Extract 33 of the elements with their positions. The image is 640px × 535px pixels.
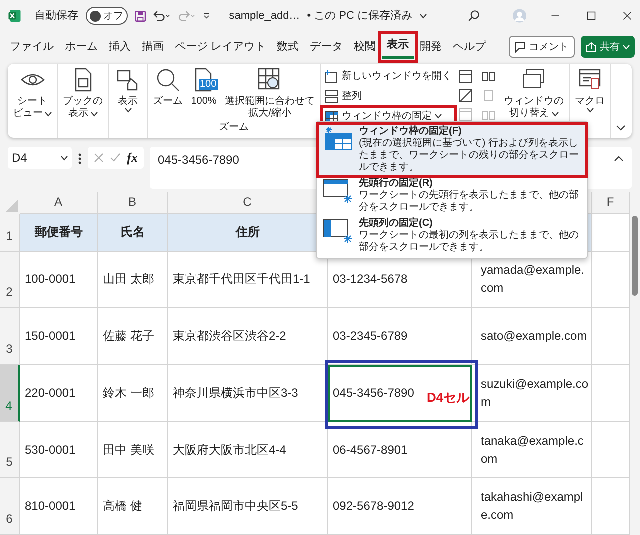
table-cell: 810-0001 bbox=[20, 478, 98, 535]
table-cell: takahashi@example.com bbox=[472, 478, 592, 535]
table-cell: 06-4567-8901 bbox=[328, 422, 472, 478]
table-cell: 高橋 健 bbox=[98, 478, 168, 535]
table-cell: sato@example.com bbox=[472, 308, 592, 365]
table-cell: 鈴木 一郎 bbox=[98, 365, 168, 422]
table-cell: 田中 美咲 bbox=[98, 422, 168, 478]
menu-item-title: 先頭行の固定(R) bbox=[359, 178, 434, 190]
table-cell: 山田 太郎 bbox=[98, 252, 168, 308]
menu-item-title: ウィンドウ枠の固定(F) bbox=[359, 126, 463, 138]
table-cell: 03-2345-6789 bbox=[328, 308, 472, 365]
table-cell: tanaka@example.com bbox=[472, 422, 592, 478]
table-cell: 佐藤 花子 bbox=[98, 308, 168, 365]
menu-item-title: 先頭列の固定(C) bbox=[359, 218, 434, 230]
menu-item-description: ワークシートの先頭行を表示したままで、他の部分をスクロールできます。 bbox=[359, 190, 580, 214]
table-cell: 530-0001 bbox=[20, 422, 98, 478]
table-cell: suzuki@example.com bbox=[472, 365, 592, 422]
table-cell: 100-0001 bbox=[20, 252, 98, 308]
table-cell: 150-0001 bbox=[20, 308, 98, 365]
column-heading: 郵便番号 bbox=[20, 214, 98, 252]
menu-item-description: ワークシートの最初の列を表示したままで、他の部分をスクロールできます。 bbox=[359, 230, 580, 254]
file-name: sample_add… bbox=[229, 8, 300, 24]
autosave-label: 自動保存 bbox=[34, 8, 78, 24]
table-cell: 神奈川県横浜市中区3-3 bbox=[168, 365, 328, 422]
menu-item-description: (現在の選択範囲に基づいて) 行および列を表示したままで、ワークシートの残りの部分をスクロールできます。 bbox=[359, 138, 580, 174]
annotation-label: D4セル bbox=[427, 389, 470, 407]
table-cell: 092-5678-9012 bbox=[328, 478, 472, 535]
table-cell: 大阪府大阪市北区4-4 bbox=[168, 422, 328, 478]
table-cell: 220-0001 bbox=[20, 365, 98, 422]
table-cell: 福岡県福岡市中央区5-5 bbox=[168, 478, 328, 535]
group-label: ズーム bbox=[219, 121, 249, 135]
table-cell: 東京都渋谷区渋谷2-2 bbox=[168, 308, 328, 365]
column-heading: 氏名 bbox=[98, 214, 168, 252]
